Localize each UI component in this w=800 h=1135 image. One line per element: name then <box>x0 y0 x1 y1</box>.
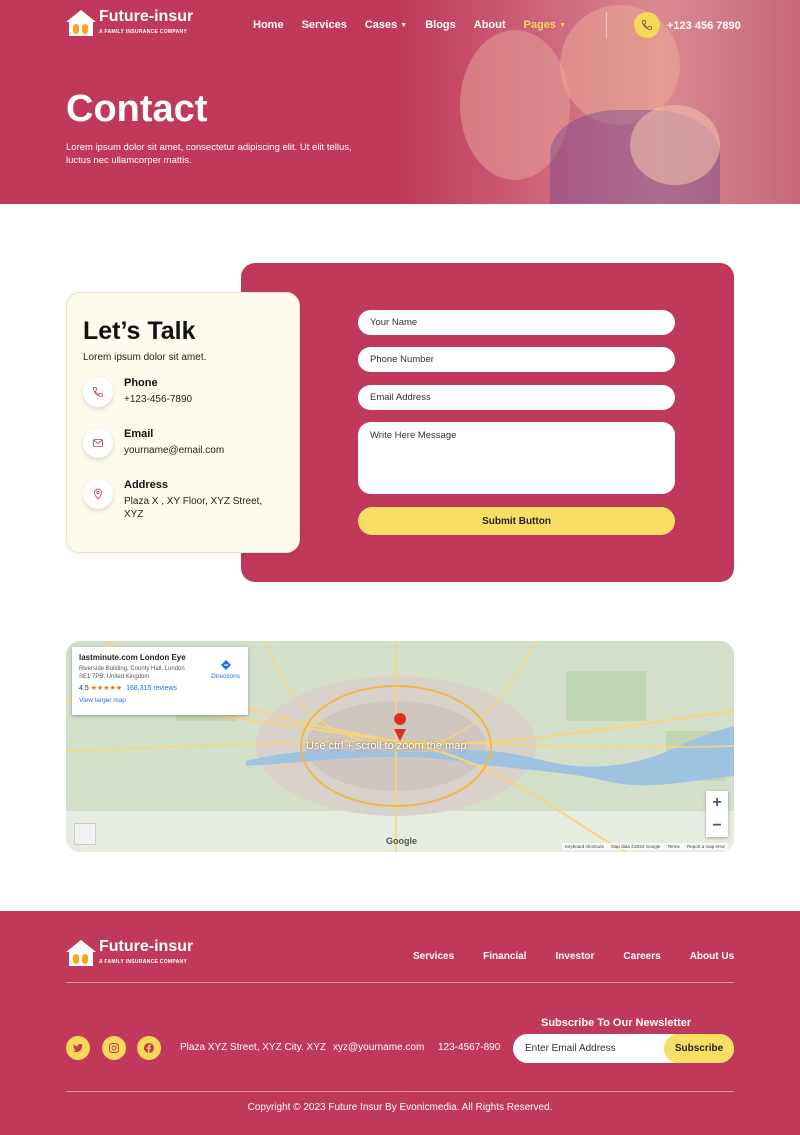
brand-name: Future-insur <box>99 8 194 25</box>
envelope-icon <box>83 428 113 458</box>
address-value: Plaza X , XY Floor, XYZ Street, XYZ <box>124 496 263 520</box>
phone-label: Phone <box>124 377 158 389</box>
map-place-card: lastminute.com London Eye Riverside Buil… <box>72 647 248 715</box>
lets-talk-subtitle: Lorem ipsum dolor sit amet. <box>83 352 207 363</box>
map-attribution: Keyboard shortcuts Map data ©2024 Google… <box>562 843 728 850</box>
main-nav: Home Services Cases ▼ Blogs About Pages ▼ <box>253 19 584 31</box>
keyboard-shortcuts-link[interactable]: Keyboard shortcuts <box>565 844 604 849</box>
footer-address: Plaza XYZ Street, XYZ City. XYZ <box>180 1042 326 1053</box>
nav-divider <box>606 12 607 38</box>
house-logo-icon <box>66 10 96 36</box>
phone-value[interactable]: +123-456-7890 <box>124 393 274 406</box>
footer-nav: Services Financial Investor Careers Abou… <box>413 951 734 962</box>
hero-banner: Future-insur A FAMILY INSURANCE COMPANY … <box>0 0 800 204</box>
copyright-text: Copyright © 2023 Future Insur By Evonicm… <box>247 1102 553 1113</box>
directions-button[interactable]: Directions <box>211 659 240 680</box>
report-error-link[interactable]: Report a map error <box>687 844 725 849</box>
newsletter-title: Subscribe To Our Newsletter <box>541 1017 692 1029</box>
street-view-pegman[interactable] <box>74 823 96 845</box>
page-title: Contact <box>66 88 208 130</box>
directions-label: Directions <box>211 673 240 680</box>
directions-icon <box>220 660 231 670</box>
nav-cases-label: Cases <box>364 19 398 31</box>
facebook-icon[interactable] <box>137 1036 161 1060</box>
nav-pages-label: Pages <box>523 19 556 31</box>
email-value[interactable]: yourname@email.com <box>124 444 274 457</box>
footer-link-careers[interactable]: Careers <box>623 951 660 962</box>
chevron-down-icon: ▼ <box>400 21 408 29</box>
footer-link-financial[interactable]: Financial <box>483 951 526 962</box>
footer-divider <box>66 982 734 983</box>
footer-bottom-divider <box>66 1091 734 1092</box>
footer-email[interactable]: xyz@yourname.com <box>333 1042 424 1053</box>
message-textarea[interactable] <box>358 422 675 494</box>
subscribe-button[interactable]: Subscribe <box>664 1034 734 1063</box>
nav-blogs[interactable]: Blogs <box>425 19 456 31</box>
zoom-in-button[interactable]: + <box>706 791 728 814</box>
phone-number-input[interactable] <box>358 347 675 372</box>
twitter-icon[interactable] <box>66 1036 90 1060</box>
header-phone-number[interactable]: +123 456 7890 <box>667 20 741 32</box>
map-reviews-link[interactable]: 168,315 reviews <box>126 685 177 692</box>
map-zoom-hint: Use ctrl + scroll to zoom the map <box>306 740 467 752</box>
map-data-text: Map data ©2024 Google <box>611 844 661 849</box>
map-rating: 4.5 ★★★★★ 168,315 reviews <box>79 684 241 692</box>
footer-link-investor[interactable]: Investor <box>556 951 595 962</box>
map-zoom-controls: + − <box>706 791 728 837</box>
map-pin-icon <box>83 479 113 509</box>
lets-talk-card: Let’s Talk Lorem ipsum dolor sit amet. P… <box>66 292 300 553</box>
footer-brand-tagline: A FAMILY INSURANCE COMPANY <box>99 959 188 965</box>
newsletter-form: Subscribe <box>513 1034 734 1063</box>
email-label: Email <box>124 428 154 440</box>
map-rating-stars: ★★★★★ <box>90 685 123 692</box>
house-logo-icon <box>66 940 96 966</box>
brand-tagline: A FAMILY INSURANCE COMPANY <box>99 29 188 35</box>
footer-link-services[interactable]: Services <box>413 951 454 962</box>
view-larger-map-link[interactable]: View larger map <box>79 697 241 704</box>
site-footer: Future-insur A FAMILY INSURANCE COMPANY … <box>0 911 800 1135</box>
terms-link[interactable]: Terms <box>667 844 679 849</box>
email-address-input[interactable] <box>358 385 675 410</box>
zoom-out-button[interactable]: − <box>706 814 728 837</box>
address-label: Address <box>124 479 169 491</box>
footer-brand-name: Future-insur <box>99 938 194 955</box>
location-map[interactable]: Use ctrl + scroll to zoom the map lastmi… <box>66 641 734 852</box>
submit-button[interactable]: Submit Button <box>358 507 675 535</box>
map-place-address: Riverside Building, County Hall, London … <box>79 666 185 680</box>
lets-talk-title: Let’s Talk <box>83 317 196 345</box>
footer-link-about[interactable]: About Us <box>690 951 734 962</box>
footer-phone[interactable]: 123-4567-890 <box>438 1042 500 1053</box>
phone-icon <box>83 377 113 407</box>
nav-services[interactable]: Services <box>302 19 347 31</box>
header-logo[interactable]: Future-insur A FAMILY INSURANCE COMPANY <box>66 8 194 39</box>
your-name-input[interactable] <box>358 310 675 335</box>
instagram-icon[interactable] <box>102 1036 126 1060</box>
map-rating-value: 4.5 <box>79 685 89 692</box>
chevron-down-icon: ▼ <box>558 21 566 29</box>
nav-pages[interactable]: Pages ▼ <box>524 19 566 31</box>
nav-about[interactable]: About <box>474 19 506 31</box>
footer-logo[interactable]: Future-insur A FAMILY INSURANCE COMPANY <box>66 938 194 969</box>
hero-subtitle: Lorem ipsum dolor sit amet, consectetur … <box>66 142 352 166</box>
nav-cases[interactable]: Cases ▼ <box>365 19 407 31</box>
header-phone-icon[interactable] <box>634 12 660 38</box>
nav-home[interactable]: Home <box>253 19 284 31</box>
newsletter-email-input[interactable] <box>525 1041 665 1056</box>
google-logo: Google <box>386 836 417 846</box>
